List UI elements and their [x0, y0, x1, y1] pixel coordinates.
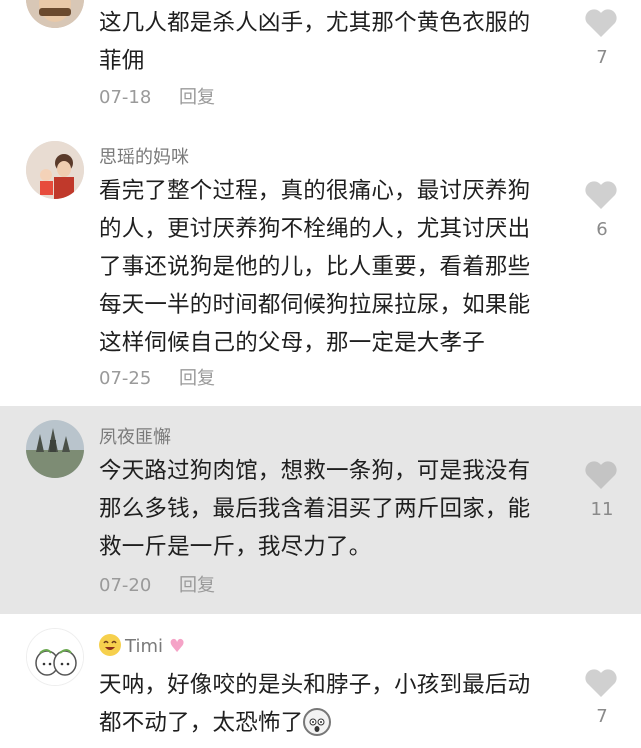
avatar[interactable] [26, 141, 84, 199]
like-count: 6 [596, 219, 608, 240]
comment-meta: 07-25 回复 [99, 368, 215, 390]
like-button[interactable] [584, 460, 618, 490]
comment-meta: 07-20 回复 [99, 575, 215, 597]
comment-item: 思瑶的妈咪 看完了整个过程，真的很痛心，最讨厌养狗 的人，更讨厌养狗不栓绳的人，… [0, 128, 641, 406]
avatar[interactable] [26, 628, 84, 686]
avatar[interactable] [26, 420, 84, 478]
comment-text: 这几人都是杀人凶手，尤其那个黄色衣服的 菲佣 [99, 10, 531, 74]
heart-icon [585, 669, 617, 697]
shocked-emoji-icon [303, 708, 332, 736]
comment-item: Timi ♥ 天呐，好像咬的是头和脖子，小孩到最后动 都不动了，太恐怖了 7 [0, 614, 641, 745]
reply-button[interactable]: 回复 [179, 368, 215, 389]
like-button[interactable] [584, 180, 618, 210]
pink-heart-icon: ♥ [168, 636, 186, 657]
reply-button[interactable]: 回复 [179, 575, 215, 596]
like-count: 7 [596, 706, 608, 727]
username[interactable]: 思瑶的妈咪 [99, 147, 189, 169]
comment-text: 看完了整个过程，真的很痛心，最讨厌养狗 的人，更讨厌养狗不栓绳的人，尤其讨厌出 … [99, 178, 531, 356]
comment-item-highlighted: 夙夜匪懈 今天路过狗肉馆，想救一条狗，可是我没有 那么多钱，最后我含着泪买了两斤… [0, 406, 641, 614]
comment-date: 07-18 [99, 87, 152, 108]
reply-button[interactable]: 回复 [179, 87, 215, 108]
like-button[interactable] [584, 668, 618, 698]
like-button[interactable] [584, 8, 618, 38]
heart-icon [585, 9, 617, 37]
avatar[interactable] [26, 0, 84, 28]
comment-date: 07-20 [99, 575, 152, 596]
comment-text: 天呐，好像咬的是头和脖子，小孩到最后动 都不动了，太恐怖了 [99, 672, 531, 736]
like-count: 11 [590, 499, 614, 520]
laughing-emoji-icon [99, 634, 121, 656]
comment-date: 07-25 [99, 368, 152, 389]
like-count: 7 [596, 47, 608, 68]
username[interactable]: Timi ♥ [99, 634, 185, 658]
comment-meta: 07-18 回复 [99, 87, 215, 109]
comment-text: 今天路过狗肉馆，想救一条狗，可是我没有 那么多钱，最后我含着泪买了两斤回家，能 … [99, 458, 531, 560]
username[interactable]: 夙夜匪懈 [99, 427, 171, 449]
username-text[interactable]: Timi [125, 636, 163, 657]
heart-icon [585, 461, 617, 489]
heart-icon [585, 181, 617, 209]
comment-item: 这几人都是杀人凶手，尤其那个黄色衣服的 菲佣 07-18 回复 7 [0, 0, 641, 128]
